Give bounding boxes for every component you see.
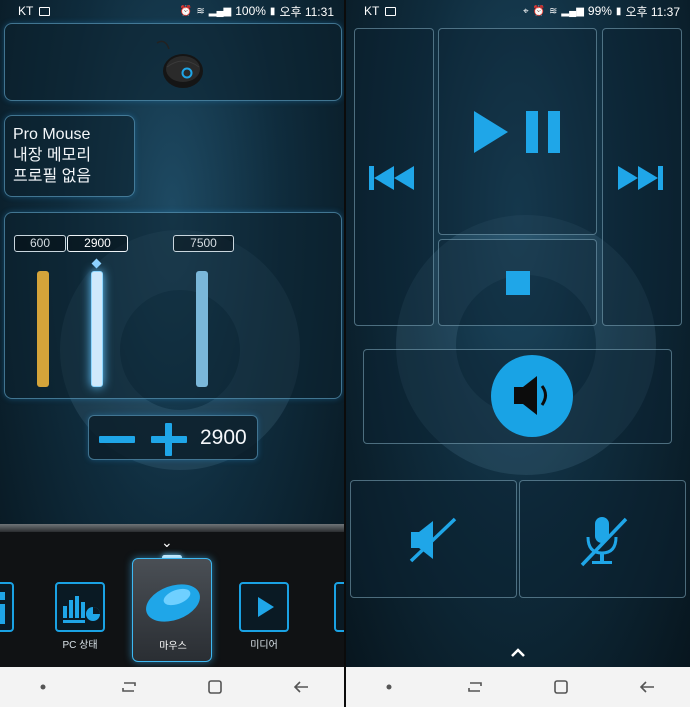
dpi-levels-panel: 600 2900 7500	[4, 212, 342, 399]
recent-apps-button[interactable]	[455, 672, 495, 702]
dpi-bar-3[interactable]	[196, 271, 208, 387]
dock-label-media: 미디어	[250, 640, 278, 651]
nav-dot-button[interactable]	[23, 672, 63, 702]
stop-button[interactable]	[438, 239, 597, 326]
signal-icon: ▂▄▆	[561, 5, 584, 17]
home-icon	[208, 680, 222, 694]
selected-dpi-marker	[91, 258, 102, 269]
previous-track-icon	[369, 166, 414, 190]
microphone-muted-icon	[580, 517, 628, 567]
dock-label-mouse: 마우스	[159, 641, 187, 652]
dock-label-pc-status: PC 상태	[62, 640, 98, 651]
play-pause-button[interactable]	[438, 28, 597, 235]
dpi-bar-2[interactable]	[91, 271, 103, 387]
home-button[interactable]	[195, 672, 235, 702]
alarm-icon: ⏰	[532, 5, 546, 17]
nav-dot-button[interactable]	[369, 672, 409, 702]
back-button[interactable]	[281, 672, 321, 702]
volume-circle	[491, 355, 573, 437]
dpi-increase-button[interactable]	[149, 423, 189, 456]
carrier-label: KT	[18, 4, 34, 18]
navigation-bar	[0, 667, 344, 707]
dpi-value: 2900	[200, 426, 247, 449]
device-name: Pro Mouse	[13, 126, 91, 143]
status-bar: KT ⌖ ⏰ ≋ ▂▄▆ 99% ▮ 오후 11:37	[346, 0, 690, 22]
status-bar: KT ⏰ ≋ ▂▄▆ 100% ▮ 오후 11:31	[0, 0, 344, 22]
gallery-notification-icon	[39, 6, 51, 16]
carrier-label: KT	[364, 4, 380, 18]
dpi-bar-1[interactable]	[37, 271, 49, 387]
media-play-icon	[258, 597, 274, 617]
clock: 오후 11:31	[279, 4, 334, 19]
back-icon	[293, 681, 308, 693]
location-icon: ⌖	[522, 5, 529, 17]
dpi-decrease-button[interactable]	[97, 423, 137, 455]
dpi-level-label-3[interactable]: 7500	[173, 235, 234, 252]
mouse-settings-screen: KT ⏰ ≋ ▂▄▆ 100% ▮ 오후 11:31 Pro Mouse 내장 …	[0, 0, 344, 707]
speaker-icon	[514, 376, 547, 415]
gallery-notification-icon	[385, 6, 397, 16]
chevron-up-icon[interactable]	[509, 646, 527, 658]
app-dock: ⌄ PC 상태 마우스 미디어	[0, 532, 344, 667]
next-track-icon	[618, 166, 663, 190]
wifi-icon: ≋	[196, 5, 205, 17]
clock: 오후 11:37	[625, 4, 680, 19]
gaming-mouse-image	[156, 40, 203, 88]
device-image-panel[interactable]	[4, 23, 342, 101]
profile-info-panel[interactable]: Pro Mouse 내장 메모리 프로필 없음	[4, 115, 135, 197]
profile-status: 프로필 없음	[13, 168, 92, 185]
dock-item-next[interactable]	[334, 582, 344, 632]
volume-button[interactable]	[363, 349, 672, 444]
dpi-stepper: 2900	[88, 415, 258, 460]
speaker-muted-icon	[409, 517, 457, 563]
memory-label: 내장 메모리	[13, 147, 92, 164]
dock-item-media[interactable]	[239, 582, 289, 632]
battery-percent: 100%	[235, 4, 266, 18]
mute-button[interactable]	[350, 480, 517, 598]
recent-apps-icon	[122, 682, 136, 692]
media-controls-screen: KT ⌖ ⏰ ≋ ▂▄▆ 99% ▮ 오후 11:37	[346, 0, 690, 707]
next-track-button[interactable]	[602, 28, 682, 326]
dpi-level-label-2[interactable]: 2900	[67, 235, 128, 252]
home-button[interactable]	[541, 672, 581, 702]
dock-item-info[interactable]	[0, 582, 14, 632]
mouse-icon	[146, 584, 200, 622]
dock-item-pc-status[interactable]	[55, 582, 105, 632]
stop-icon	[506, 271, 530, 295]
dock-item-mouse[interactable]: 마우스	[132, 558, 212, 662]
battery-icon: ▮	[615, 5, 622, 17]
battery-percent: 99%	[587, 4, 612, 18]
dpi-level-label-1[interactable]: 600	[14, 235, 66, 252]
previous-track-button[interactable]	[354, 28, 434, 326]
back-icon	[639, 681, 654, 693]
dot-icon	[386, 684, 392, 690]
play-pause-icon	[474, 111, 560, 153]
chevron-down-icon[interactable]: ⌄	[161, 534, 173, 551]
signal-icon: ▂▄▆	[208, 5, 232, 17]
battery-icon: ▮	[269, 5, 276, 17]
wifi-icon: ≋	[549, 5, 558, 17]
info-icon	[0, 592, 5, 624]
minus-icon	[99, 436, 135, 443]
dock-border	[0, 524, 344, 532]
recent-apps-icon	[468, 682, 482, 692]
back-button[interactable]	[627, 672, 667, 702]
dot-icon	[40, 684, 46, 690]
mic-mute-button[interactable]	[519, 480, 686, 598]
alarm-icon: ⏰	[179, 5, 193, 17]
navigation-bar	[346, 667, 690, 707]
home-icon	[554, 680, 568, 694]
recent-apps-button[interactable]	[109, 672, 149, 702]
pc-status-chart-icon	[63, 596, 100, 623]
